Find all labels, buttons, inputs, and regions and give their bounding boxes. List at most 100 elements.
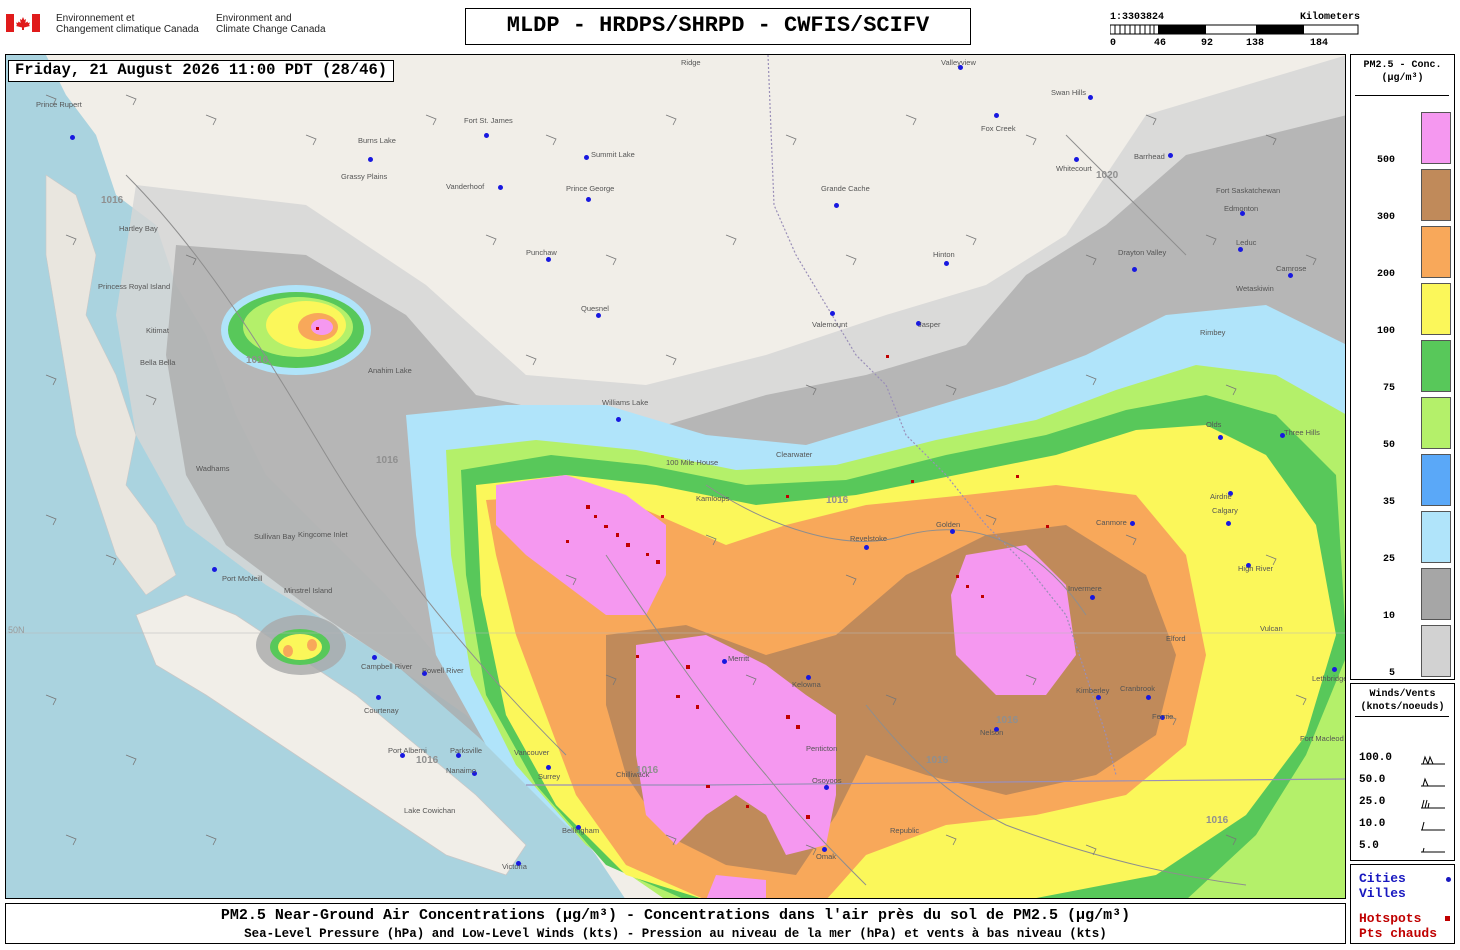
city-dot[interactable] xyxy=(824,785,829,790)
city-dot[interactable] xyxy=(834,203,839,208)
city-label: Victoria xyxy=(502,862,527,871)
isobar-label: 1016 xyxy=(101,195,124,206)
city-label: Canmore xyxy=(1096,518,1127,527)
city-dot[interactable] xyxy=(950,529,955,534)
scale-tick: 0 xyxy=(1110,38,1117,49)
canada-flag-icon xyxy=(6,14,40,32)
legend-title-line1: PM2.5 - Conc. xyxy=(1363,60,1442,71)
city-label: Anahim Lake xyxy=(368,366,412,375)
city-label: Bella Bella xyxy=(140,358,176,367)
city-dot[interactable] xyxy=(830,311,835,316)
agency-en-line2: Climate Change Canada xyxy=(216,24,326,35)
caption-line1: PM2.5 Near-Ground Air Concentrations (µg… xyxy=(220,907,1131,924)
city-dot[interactable] xyxy=(1090,595,1095,600)
city-dot[interactable] xyxy=(944,261,949,266)
legend-swatch-label: 300 xyxy=(1376,212,1395,223)
city-label: Cranbrook xyxy=(1120,684,1156,693)
city-dot[interactable] xyxy=(994,113,999,118)
city-dot[interactable] xyxy=(546,765,551,770)
city-dot[interactable] xyxy=(1130,521,1135,526)
city-label: Airdrie xyxy=(1210,492,1232,501)
city-dot[interactable] xyxy=(864,545,869,550)
wind-legend-divider xyxy=(1355,716,1449,717)
city-dot[interactable] xyxy=(1226,521,1231,526)
city-dot[interactable] xyxy=(1168,153,1173,158)
city-dot[interactable] xyxy=(376,695,381,700)
legend-swatch-label: 5 xyxy=(1388,668,1395,679)
wind-barb-100-icon xyxy=(1421,755,1445,765)
city-dot[interactable] xyxy=(616,417,621,422)
isobar-label: 1016 xyxy=(996,715,1019,726)
city-label: Invermere xyxy=(1068,584,1102,593)
wind-title-line1: Winds/Vents xyxy=(1369,689,1436,700)
city-dot[interactable] xyxy=(484,133,489,138)
city-label: Olds xyxy=(1206,420,1222,429)
city-label: Vanderhoof xyxy=(446,182,485,191)
city-label: Rimbey xyxy=(1200,328,1226,337)
city-dot[interactable] xyxy=(1096,695,1101,700)
city-label: Valleyview xyxy=(941,58,976,67)
legend-divider xyxy=(1355,95,1449,96)
legend-title: PM2.5 - Conc. (µg/m³) xyxy=(1351,59,1454,85)
city-dot[interactable] xyxy=(1146,695,1151,700)
legend-swatch xyxy=(1421,397,1451,449)
city-label: Nanaimo xyxy=(446,766,477,775)
city-dot[interactable] xyxy=(596,313,601,318)
city-label: Wadhams xyxy=(196,464,230,473)
city-label: Vulcan xyxy=(1260,624,1283,633)
city-label: Osoyoos xyxy=(812,776,842,785)
wind-speed-label: 25.0 xyxy=(1359,796,1386,808)
legend-swatch-label: 500 xyxy=(1376,155,1395,166)
city-dot[interactable] xyxy=(1238,247,1243,252)
legend-swatch xyxy=(1421,511,1451,563)
city-label: Penticton xyxy=(806,744,838,753)
wind-title-line2: (knots/noeuds) xyxy=(1360,702,1445,713)
city-dot[interactable] xyxy=(546,257,551,262)
city-label: Swan Hills xyxy=(1051,88,1087,97)
legend-swatch xyxy=(1421,568,1451,620)
city-label: Powell River xyxy=(422,666,464,675)
city-dot[interactable] xyxy=(372,655,377,660)
city-label: Lethbridge xyxy=(1312,674,1346,683)
agency-en-line1: Environment and xyxy=(216,13,292,24)
legend-swatch xyxy=(1421,283,1451,335)
city-label: Prince George xyxy=(566,184,615,193)
agency-name-en: Environment and Climate Change Canada xyxy=(216,13,356,35)
city-dot[interactable] xyxy=(1332,667,1337,672)
wind-barb-25-icon xyxy=(1421,799,1445,809)
smoke-forecast-map[interactable]: 1016 1016 1016 1016 1016 1016 1016 1016 … xyxy=(5,54,1346,899)
isobar-label: 1020 xyxy=(1096,170,1119,181)
city-dot[interactable] xyxy=(586,197,591,202)
hotspots-legend-label: Hotspots Pts chauds xyxy=(1359,911,1437,941)
city-label: Quesnel xyxy=(581,304,609,313)
city-label: Fort Macleod xyxy=(1300,734,1344,743)
legend-swatch xyxy=(1421,340,1451,392)
city-label: Vancouver xyxy=(514,748,550,757)
city-dot[interactable] xyxy=(368,157,373,162)
city-dot[interactable] xyxy=(498,185,503,190)
city-label: Hinton xyxy=(933,250,955,259)
legend-swatch-label: 10 xyxy=(1382,611,1395,622)
city-dot[interactable] xyxy=(722,659,727,664)
scale-tick: 46 xyxy=(1154,38,1167,49)
city-dot[interactable] xyxy=(1218,435,1223,440)
legend-title-line2: (µg/m³) xyxy=(1381,73,1424,84)
city-dot[interactable] xyxy=(212,567,217,572)
city-dot[interactable] xyxy=(1132,267,1137,272)
wind-barb-5-icon xyxy=(1421,847,1445,853)
city-label: Punchaw xyxy=(526,248,557,257)
city-label: Leduc xyxy=(1236,238,1257,247)
city-label: Kitimat xyxy=(146,326,169,335)
city-dot[interactable] xyxy=(1074,157,1079,162)
legend-swatch-label: 50 xyxy=(1382,440,1395,451)
city-dot[interactable] xyxy=(70,135,75,140)
city-label: Campbell River xyxy=(361,662,413,671)
hotspot-marker-icon xyxy=(1445,916,1450,921)
scale-unit: Kilometers xyxy=(1299,12,1360,23)
city-dot[interactable] xyxy=(1088,95,1093,100)
wind-barb-10-icon xyxy=(1421,821,1445,831)
city-dot[interactable] xyxy=(584,155,589,160)
map-caption: PM2.5 Near-Ground Air Concentrations (µg… xyxy=(5,903,1346,944)
city-dot[interactable] xyxy=(1288,273,1293,278)
city-label: Barrhead xyxy=(1134,152,1165,161)
